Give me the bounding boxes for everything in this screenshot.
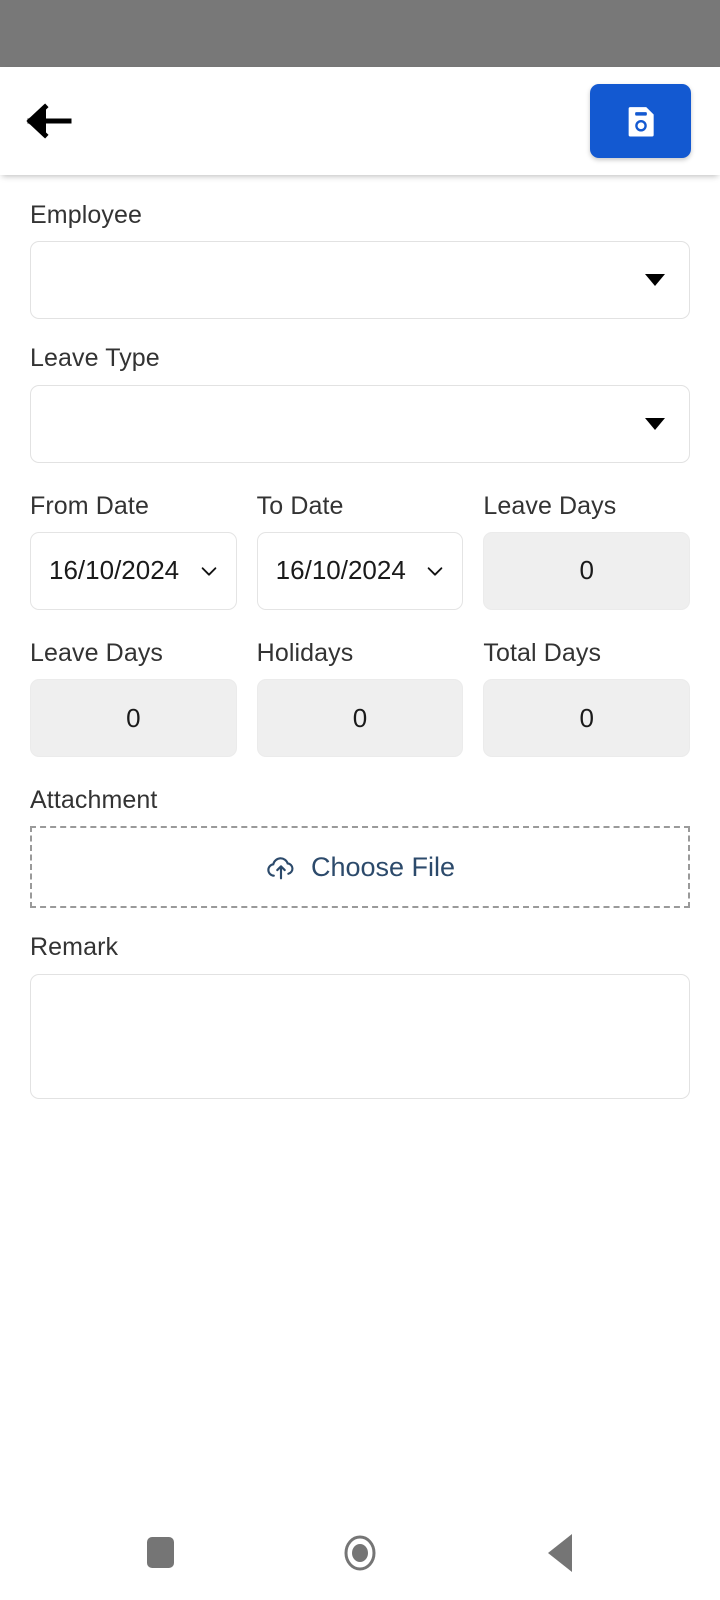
from-date-picker[interactable]: 16/10/2024 bbox=[30, 531, 237, 610]
triangle-back-icon bbox=[548, 1533, 572, 1572]
employee-label: Employee bbox=[30, 201, 142, 229]
field-group-attachment: Attachment Choose File bbox=[30, 785, 690, 909]
field-group-employee: Employee bbox=[30, 200, 690, 320]
recents-button[interactable] bbox=[120, 1513, 200, 1593]
remark-input[interactable] bbox=[30, 973, 690, 1099]
field-group-from-date: From Date 16/10/2024 bbox=[30, 491, 237, 610]
total-days-value: 0 bbox=[579, 702, 594, 733]
choose-file-button[interactable]: Choose File bbox=[30, 826, 690, 909]
field-group-total-days: Total Days 0 bbox=[483, 638, 691, 757]
floppy-disk-save-icon bbox=[628, 107, 654, 137]
triangle-down-icon bbox=[645, 274, 665, 287]
triangle-down-icon bbox=[645, 417, 665, 430]
to-date-picker[interactable]: 16/10/2024 bbox=[256, 531, 464, 610]
leave-days-top-label: Leave Days bbox=[483, 491, 617, 520]
chevron-down-icon bbox=[428, 567, 443, 576]
chevron-down-icon bbox=[201, 567, 217, 576]
field-group-leave-days: Leave Days 0 bbox=[30, 638, 237, 757]
back-nav-button[interactable] bbox=[520, 1513, 600, 1593]
holidays-label: Holidays bbox=[256, 638, 354, 667]
total-days-label: Total Days bbox=[483, 638, 602, 667]
field-group-leave-days-top: Leave Days 0 bbox=[483, 491, 691, 610]
from-date-label: From Date bbox=[30, 491, 149, 520]
attachment-label: Attachment bbox=[30, 786, 158, 814]
cloud-upload-icon bbox=[267, 857, 294, 880]
field-group-holidays: Holidays 0 bbox=[256, 638, 464, 757]
circle-home-icon bbox=[344, 1535, 376, 1570]
field-group-leave-type: Leave Type bbox=[30, 343, 690, 463]
leave-days-value-box: 0 bbox=[30, 679, 237, 757]
employee-select[interactable] bbox=[30, 241, 690, 320]
date-row: From Date 16/10/2024 To Date 16/10/2024 bbox=[30, 491, 691, 610]
status-bar bbox=[0, 0, 720, 67]
choose-file-label: Choose File bbox=[310, 851, 456, 882]
field-group-remark: Remark bbox=[30, 932, 690, 1103]
days-summary-row: Leave Days 0 Holidays 0 Total Days 0 bbox=[30, 638, 691, 757]
app-root: Employee Leave Type From Date 16/10/2024 bbox=[0, 0, 720, 1600]
back-button[interactable] bbox=[26, 91, 86, 151]
to-date-label: To Date bbox=[256, 491, 344, 520]
save-button[interactable] bbox=[590, 84, 691, 158]
total-days-value-box: 0 bbox=[483, 679, 691, 757]
to-date-value: 16/10/2024 bbox=[275, 555, 406, 586]
leave-type-select[interactable] bbox=[30, 384, 690, 463]
leave-days-top-value: 0 bbox=[579, 555, 594, 586]
holidays-value-box: 0 bbox=[256, 679, 464, 757]
arrow-left-icon bbox=[26, 103, 72, 139]
leave-days-label: Leave Days bbox=[30, 638, 164, 667]
field-group-to-date: To Date 16/10/2024 bbox=[256, 491, 464, 610]
form-content: Employee Leave Type From Date 16/10/2024 bbox=[0, 175, 720, 1600]
leave-days-value: 0 bbox=[126, 702, 141, 733]
home-button[interactable] bbox=[320, 1513, 400, 1593]
leave-type-label: Leave Type bbox=[30, 344, 160, 373]
leave-days-top-value-box: 0 bbox=[483, 531, 691, 610]
holidays-value: 0 bbox=[352, 702, 368, 733]
app-bar bbox=[0, 67, 720, 175]
remark-label: Remark bbox=[30, 933, 119, 962]
android-nav-bar bbox=[0, 1505, 720, 1600]
from-date-value: 16/10/2024 bbox=[49, 555, 180, 586]
square-recents-icon bbox=[146, 1537, 174, 1568]
